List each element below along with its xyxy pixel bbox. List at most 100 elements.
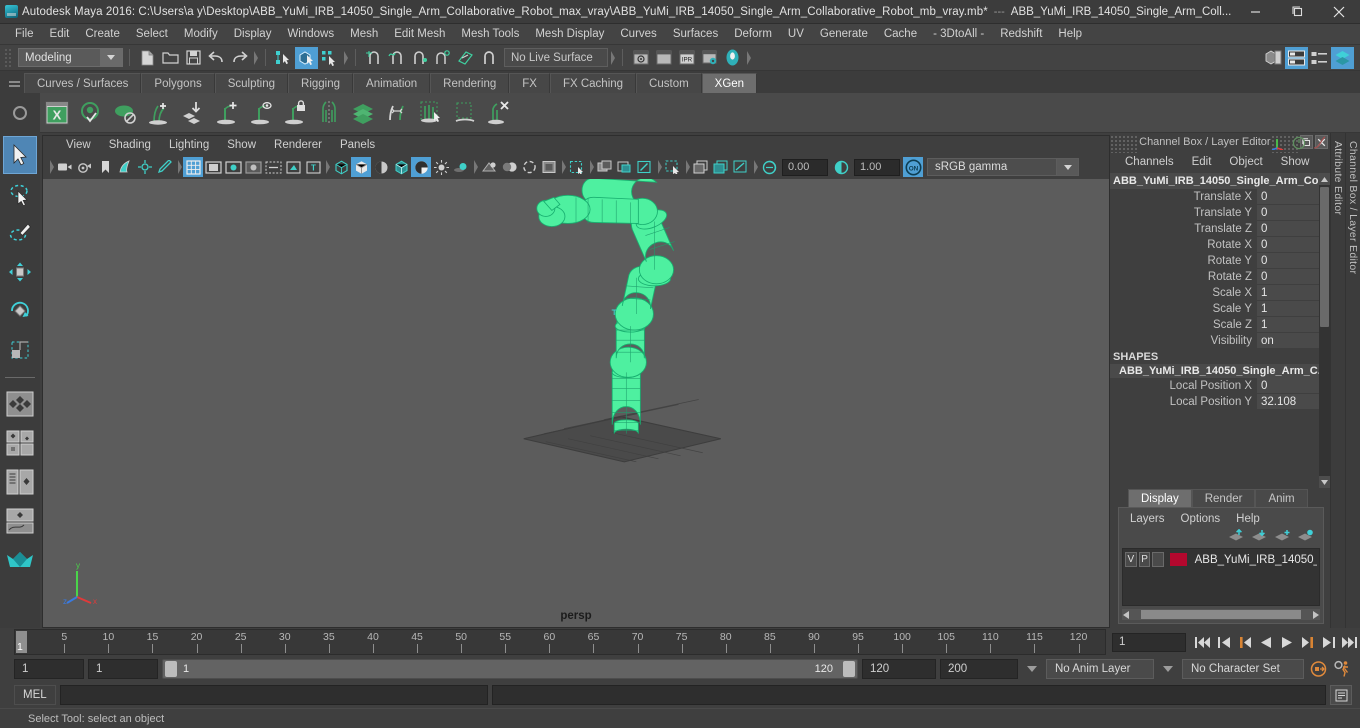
shelf-tab-curves-surfaces[interactable]: Curves / Surfaces [24,73,142,93]
image-plane-icon[interactable] [115,157,135,177]
redo-icon[interactable] [228,47,251,69]
exposure-reset-icon[interactable] [759,157,779,177]
channel-row-local-position-y[interactable]: Local Position Y 32.108 [1110,394,1319,410]
minimize-button[interactable] [1234,0,1276,24]
channel-value[interactable]: 0 [1257,237,1319,253]
two-d-pan-zoom-icon[interactable] [135,157,155,177]
menu-mesh-display[interactable]: Mesh Display [527,24,612,45]
menu-generate[interactable]: Generate [812,24,876,45]
smooth-shade-all-icon[interactable] [351,157,371,177]
menu-select[interactable]: Select [128,24,176,45]
quad-pane-layout[interactable] [3,424,37,462]
channelbox-manip-axis-icon[interactable] [1270,135,1286,153]
attribute-editor-rail[interactable]: Attribute Editor [1330,133,1345,628]
viewport-menu-renderer[interactable]: Renderer [265,136,331,155]
outliner-persp-layout[interactable] [3,463,37,501]
channelbox-menu-channels[interactable]: Channels [1116,156,1183,168]
channel-value[interactable]: 0 [1257,205,1319,221]
snap-to-point-icon[interactable] [408,47,431,69]
color-management-toggle-icon[interactable]: ON [903,157,923,177]
xgen-import-collection-icon[interactable] [176,94,210,132]
grease-pencil-icon[interactable] [155,157,175,177]
scroll-up-arrow-icon[interactable] [1319,173,1330,185]
select-tool[interactable] [3,136,37,174]
command-language-label[interactable]: MEL [14,685,56,705]
menu-surfaces[interactable]: Surfaces [665,24,726,45]
gate-mask-icon[interactable] [243,157,263,177]
menu-display[interactable]: Display [226,24,280,45]
select-by-hierarchy-icon[interactable] [272,47,295,69]
toolbar-collapse-arrow-1[interactable] [253,49,258,67]
new-scene-icon[interactable] [136,47,159,69]
snap-to-projected-center-icon[interactable] [431,47,454,69]
anim-layer-dropdown[interactable]: No Anim Layer [1046,659,1154,679]
xray-joints-icon[interactable] [263,157,283,177]
shelf-tab-rendering[interactable]: Rendering [430,73,510,93]
xgen-show-guide-icon[interactable] [244,94,278,132]
channel-value[interactable]: 1 [1257,285,1319,301]
menu-windows[interactable]: Windows [279,24,342,45]
xray-active-components-icon[interactable] [595,157,615,177]
xgen-delete-guide-icon[interactable] [482,94,516,132]
channel-value[interactable]: 1 [1257,301,1319,317]
open-scene-icon[interactable] [159,47,182,69]
xray-icon[interactable] [567,157,587,177]
statusline-grip[interactable] [4,47,13,68]
exposure-icon[interactable] [283,157,303,177]
menu-3dtoall[interactable]: - 3DtoAll - [925,24,992,45]
screen-space-ao-icon[interactable] [479,157,499,177]
layer-scrollbar-thumb[interactable] [1141,610,1301,619]
show-hide-attribute-editor-icon[interactable] [1285,46,1308,69]
channel-row-translate-y[interactable]: Translate Y 0 [1110,205,1319,221]
channelbox-menu-object[interactable]: Object [1220,156,1271,168]
viewport-menu-view[interactable]: View [57,136,100,155]
menu-redshift[interactable]: Redshift [992,24,1050,45]
menu-cache[interactable]: Cache [876,24,925,45]
hypershade-icon[interactable] [721,47,744,69]
layer-visibility-toggle[interactable]: V [1125,552,1137,567]
xgen-preview-icon[interactable] [74,94,108,132]
lasso-select-tool[interactable] [3,175,37,213]
select-by-object-type-icon[interactable] [295,46,318,69]
range-slider-right-handle[interactable] [843,661,855,677]
step-back-key-icon[interactable] [1234,629,1255,655]
step-forward-frame-icon[interactable] [1318,629,1339,655]
show-hide-tool-settings-icon[interactable] [1308,47,1331,69]
channel-row-rotate-y[interactable]: Rotate Y 0 [1110,253,1319,269]
shadows-icon[interactable] [451,157,471,177]
range-slider-left-handle[interactable] [165,661,177,677]
show-hide-modeling-toolkit-icon[interactable] [1262,47,1285,69]
channel-row-visibility[interactable]: Visibility on [1110,333,1319,349]
layer-scroll-left-icon[interactable] [1122,610,1131,619]
shelf-tab-fx[interactable]: FX [509,73,550,93]
texture-shading-icon[interactable] [411,157,431,177]
layer-list[interactable]: V P ABB_YuMi_IRB_14050_Single_ [1122,548,1320,606]
xgen-region-mask-icon[interactable] [448,94,482,132]
scroll-down-arrow-icon[interactable] [1319,476,1330,488]
undo-icon[interactable] [205,47,228,69]
options-menu[interactable]: Options [1173,513,1229,525]
channel-box-rail[interactable]: Channel Box / Layer Editor [1345,133,1360,628]
move-layer-up-icon[interactable] [1228,528,1245,545]
menu-create[interactable]: Create [77,24,128,45]
tab-render[interactable]: Render [1191,489,1256,507]
text-overlay-icon[interactable]: T [303,157,323,177]
close-button[interactable] [1318,0,1360,24]
rotate-tool[interactable] [3,292,37,330]
xgen-lock-guide-icon[interactable] [278,94,312,132]
layer-list-scrollbar[interactable] [1122,609,1320,620]
shelf-grip[interactable] [4,71,24,93]
current-time-indicator[interactable]: 1 [16,631,27,653]
live-surface-field[interactable]: No Live Surface [504,48,608,67]
xgen-mirror-guide-icon[interactable] [312,94,346,132]
channel-row-rotate-x[interactable]: Rotate X 0 [1110,237,1319,253]
script-editor-icon[interactable] [1330,685,1352,705]
camera-attributes-icon[interactable] [75,157,95,177]
channelbox-curve-icon[interactable] [1312,135,1326,153]
channel-row-scale-y[interactable]: Scale Y 1 [1110,301,1319,317]
layer-row[interactable]: V P ABB_YuMi_IRB_14050_Single_ [1125,551,1317,568]
tab-anim[interactable]: Anim [1255,489,1308,507]
resolution-gate-icon[interactable] [223,157,243,177]
anim-start-time-field[interactable]: 1 [14,659,84,679]
no-light-manip-icon[interactable] [635,157,655,177]
